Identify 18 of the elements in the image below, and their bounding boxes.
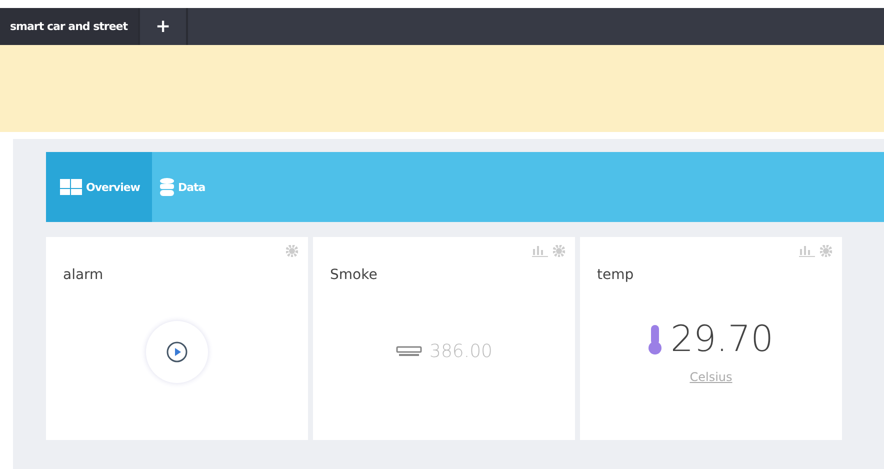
chart-icon[interactable] (532, 245, 548, 257)
widget-title: alarm (63, 267, 104, 283)
play-icon (166, 340, 188, 362)
sensor-value: 386.00 (430, 341, 492, 362)
sensor-icon (396, 346, 422, 358)
widget-title: temp (597, 267, 634, 283)
unit-label: Celsius (690, 370, 732, 384)
database-icon (160, 178, 174, 196)
settings-icon[interactable] (820, 245, 832, 257)
settings-icon[interactable] (553, 245, 565, 257)
play-button[interactable] (146, 320, 208, 382)
sensor-value: 29.70 (670, 319, 774, 360)
layout-icon (60, 179, 82, 195)
project-tab[interactable]: smart car and street (0, 8, 140, 45)
thermometer-icon (648, 324, 662, 354)
chart-icon[interactable] (799, 245, 815, 257)
widget-title: Smoke (330, 267, 378, 283)
settings-icon[interactable] (286, 245, 298, 257)
